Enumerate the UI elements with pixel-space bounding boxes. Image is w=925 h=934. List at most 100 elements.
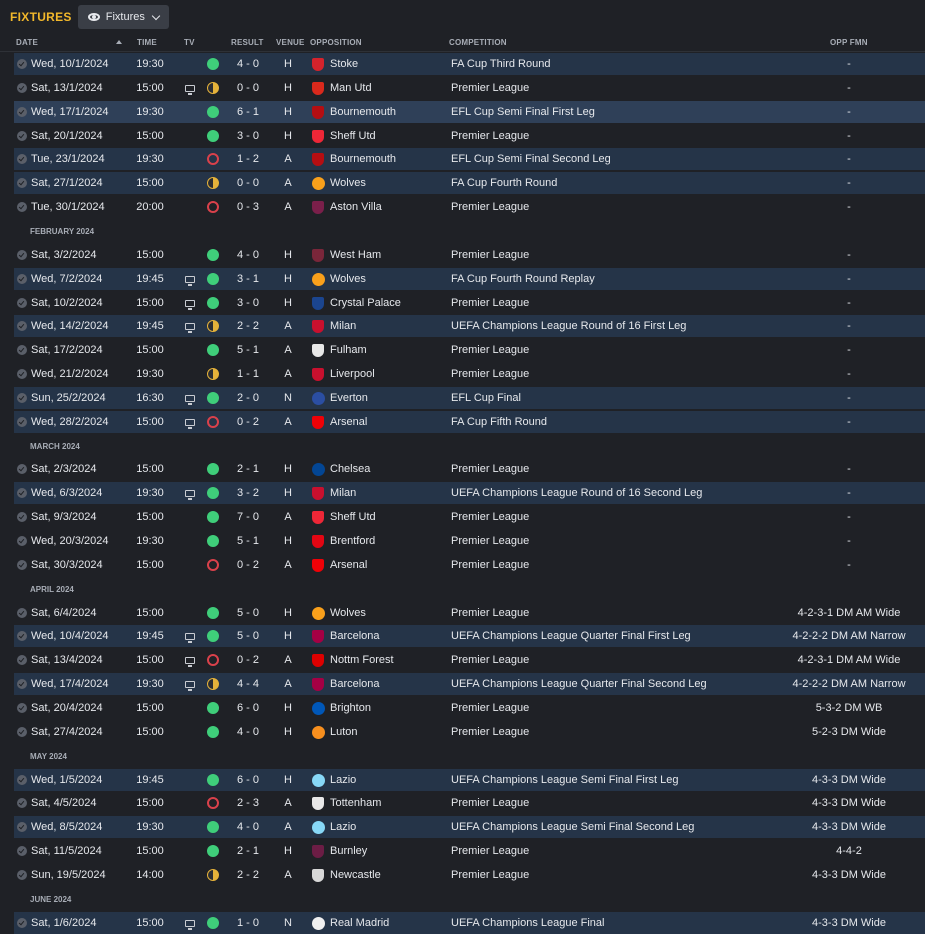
match-score[interactable]: 3 - 2 xyxy=(226,487,270,499)
table-row[interactable]: Sat, 4/5/2024 15:00 2 - 3 A Tottenham Premier… xyxy=(14,792,925,814)
match-score[interactable]: 6 - 1 xyxy=(226,106,270,118)
competition-name[interactable]: EFL Cup Semi Final Second Leg xyxy=(451,153,781,165)
table-row[interactable]: Wed, 1/5/2024 19:45 6 - 0 H Lazio UEFA Champi… xyxy=(14,769,925,791)
table-row[interactable]: Wed, 14/2/2024 19:45 2 - 2 A Milan UEFA Champ… xyxy=(14,315,925,337)
column-header-time[interactable]: TIME xyxy=(137,38,157,47)
table-row[interactable]: Wed, 10/1/2024 19:30 4 - 0 H Stoke FA Cup Thi… xyxy=(14,53,925,75)
table-row[interactable]: Sat, 6/4/2024 15:00 5 - 0 H Wolves Premier Le… xyxy=(14,602,925,624)
competition-name[interactable]: UEFA Champions League Round of 16 First … xyxy=(451,320,781,332)
table-row[interactable]: Sat, 20/4/2024 15:00 6 - 0 H Brighton Premier… xyxy=(14,697,925,719)
competition-name[interactable]: Premier League xyxy=(451,654,781,666)
match-score[interactable]: 0 - 3 xyxy=(226,201,270,213)
opposition-name[interactable]: West Ham xyxy=(330,249,450,261)
match-score[interactable]: 0 - 2 xyxy=(226,559,270,571)
table-row[interactable]: Sat, 13/1/2024 15:00 0 - 0 H Man Utd Premier … xyxy=(14,77,925,99)
match-score[interactable]: 3 - 1 xyxy=(226,273,270,285)
match-score[interactable]: 5 - 1 xyxy=(226,344,270,356)
match-score[interactable]: 2 - 0 xyxy=(226,392,270,404)
opposition-name[interactable]: Aston Villa xyxy=(330,201,450,213)
opposition-name[interactable]: Milan xyxy=(330,487,450,499)
opposition-name[interactable]: Tottenham xyxy=(330,797,450,809)
match-score[interactable]: 1 - 0 xyxy=(226,917,270,929)
table-row[interactable]: Sat, 1/6/2024 15:00 1 - 0 N Real Madrid UEFA … xyxy=(14,912,925,934)
match-score[interactable]: 0 - 0 xyxy=(226,177,270,189)
competition-name[interactable]: Premier League xyxy=(451,726,781,738)
match-score[interactable]: 6 - 0 xyxy=(226,774,270,786)
table-row[interactable]: Sat, 11/5/2024 15:00 2 - 1 H Burnley Premier … xyxy=(14,840,925,862)
table-row[interactable]: Sun, 19/5/2024 14:00 2 - 2 A Newcastle Premie… xyxy=(14,864,925,886)
match-score[interactable]: 5 - 0 xyxy=(226,607,270,619)
opposition-name[interactable]: Arsenal xyxy=(330,416,450,428)
opposition-name[interactable]: Liverpool xyxy=(330,368,450,380)
competition-name[interactable]: Premier League xyxy=(451,607,781,619)
competition-name[interactable]: FA Cup Fourth Round xyxy=(451,177,781,189)
match-score[interactable]: 0 - 0 xyxy=(226,82,270,94)
opposition-name[interactable]: Bournemouth xyxy=(330,106,450,118)
competition-name[interactable]: Premier League xyxy=(451,797,781,809)
column-header-opp-fmn[interactable]: OPP FMN xyxy=(830,38,868,47)
table-row[interactable]: Wed, 8/5/2024 19:30 4 - 0 A Lazio UEFA Champi… xyxy=(14,816,925,838)
table-row[interactable]: Wed, 7/2/2024 19:45 3 - 1 H Wolves FA Cup Fou… xyxy=(14,268,925,290)
opposition-name[interactable]: Wolves xyxy=(330,177,450,189)
opposition-name[interactable]: Milan xyxy=(330,320,450,332)
table-row[interactable]: Sat, 9/3/2024 15:00 7 - 0 A Sheff Utd Premier… xyxy=(14,506,925,528)
table-row[interactable]: Wed, 20/3/2024 19:30 5 - 1 H Brentford Premie… xyxy=(14,530,925,552)
competition-name[interactable]: UEFA Champions League Round of 16 Second… xyxy=(451,487,781,499)
competition-name[interactable]: Premier League xyxy=(451,249,781,261)
table-row[interactable]: Sat, 10/2/2024 15:00 3 - 0 H Crystal Palace P… xyxy=(14,292,925,314)
opposition-name[interactable]: Brighton xyxy=(330,702,450,714)
competition-name[interactable]: Premier League xyxy=(451,130,781,142)
match-score[interactable]: 2 - 1 xyxy=(226,463,270,475)
opposition-name[interactable]: Lazio xyxy=(330,774,450,786)
opposition-name[interactable]: Crystal Palace xyxy=(330,297,450,309)
match-score[interactable]: 0 - 2 xyxy=(226,416,270,428)
opposition-name[interactable]: Luton xyxy=(330,726,450,738)
opposition-name[interactable]: Newcastle xyxy=(330,869,450,881)
opposition-name[interactable]: Barcelona xyxy=(330,678,450,690)
match-score[interactable]: 7 - 0 xyxy=(226,511,270,523)
match-score[interactable]: 4 - 4 xyxy=(226,678,270,690)
fixtures-view-dropdown[interactable]: Fixtures xyxy=(77,5,169,29)
competition-name[interactable]: Premier League xyxy=(451,702,781,714)
table-row[interactable]: Sun, 25/2/2024 16:30 2 - 0 N Everton EFL Cup … xyxy=(14,387,925,409)
competition-name[interactable]: Premier League xyxy=(451,201,781,213)
table-row[interactable]: Tue, 30/1/2024 20:00 0 - 3 A Aston Villa Prem… xyxy=(14,196,925,218)
competition-name[interactable]: Premier League xyxy=(451,82,781,94)
match-score[interactable]: 5 - 0 xyxy=(226,630,270,642)
opposition-name[interactable]: Barcelona xyxy=(330,630,450,642)
competition-name[interactable]: UEFA Champions League Final xyxy=(451,917,781,929)
competition-name[interactable]: Premier League xyxy=(451,368,781,380)
competition-name[interactable]: Premier League xyxy=(451,297,781,309)
table-row[interactable]: Wed, 21/2/2024 19:30 1 - 1 A Liverpool Premie… xyxy=(14,363,925,385)
match-score[interactable]: 2 - 2 xyxy=(226,869,270,881)
opposition-name[interactable]: Sheff Utd xyxy=(330,130,450,142)
match-score[interactable]: 4 - 0 xyxy=(226,726,270,738)
table-row[interactable]: Sat, 27/4/2024 15:00 4 - 0 H Luton Premier Le… xyxy=(14,721,925,743)
table-row[interactable]: Wed, 17/4/2024 19:30 4 - 4 A Barcelona UEFA C… xyxy=(14,673,925,695)
match-score[interactable]: 2 - 1 xyxy=(226,845,270,857)
table-row[interactable]: Tue, 23/1/2024 19:30 1 - 2 A Bournemouth EFL … xyxy=(14,148,925,170)
competition-name[interactable]: UEFA Champions League Quarter Final Firs… xyxy=(451,630,781,642)
table-row[interactable]: Wed, 6/3/2024 19:30 3 - 2 H Milan UEFA Champi… xyxy=(14,482,925,504)
opposition-name[interactable]: Nottm Forest xyxy=(330,654,450,666)
column-header-result[interactable]: RESULT xyxy=(231,38,264,47)
match-score[interactable]: 5 - 1 xyxy=(226,535,270,547)
competition-name[interactable]: EFL Cup Final xyxy=(451,392,781,404)
column-header-opposition[interactable]: OPPOSITION xyxy=(310,38,362,47)
opposition-name[interactable]: Chelsea xyxy=(330,463,450,475)
opposition-name[interactable]: Burnley xyxy=(330,845,450,857)
opposition-name[interactable]: Man Utd xyxy=(330,82,450,94)
opposition-name[interactable]: Real Madrid xyxy=(330,917,450,929)
table-row[interactable]: Sat, 13/4/2024 15:00 0 - 2 A Nottm Forest Pre… xyxy=(14,649,925,671)
table-row[interactable]: Sat, 2/3/2024 15:00 2 - 1 H Chelsea Premier L… xyxy=(14,458,925,480)
table-row[interactable]: Sat, 3/2/2024 15:00 4 - 0 H West Ham Premier … xyxy=(14,244,925,266)
opposition-name[interactable]: Wolves xyxy=(330,273,450,285)
match-score[interactable]: 3 - 0 xyxy=(226,130,270,142)
opposition-name[interactable]: Arsenal xyxy=(330,559,450,571)
competition-name[interactable]: Premier League xyxy=(451,463,781,475)
competition-name[interactable]: EFL Cup Semi Final First Leg xyxy=(451,106,781,118)
match-score[interactable]: 1 - 1 xyxy=(226,368,270,380)
column-header-competition[interactable]: COMPETITION xyxy=(449,38,507,47)
match-score[interactable]: 1 - 2 xyxy=(226,153,270,165)
competition-name[interactable]: FA Cup Fourth Round Replay xyxy=(451,273,781,285)
